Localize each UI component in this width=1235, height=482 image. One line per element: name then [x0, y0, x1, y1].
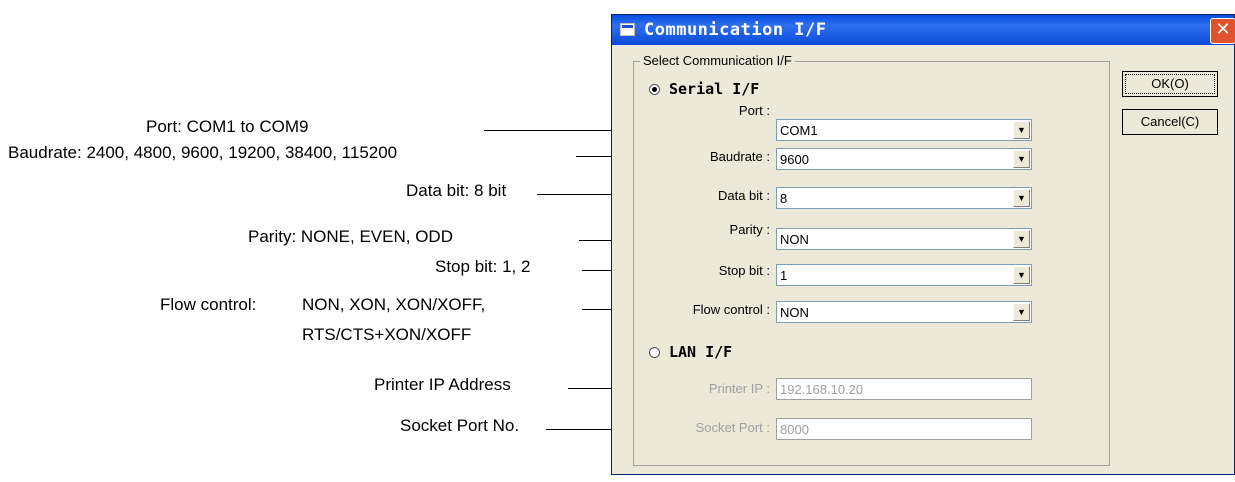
- port-value: COM1: [780, 123, 818, 138]
- chevron-down-icon[interactable]: ▼: [1013, 303, 1030, 321]
- printer-ip-label: Printer IP :: [708, 381, 770, 396]
- title-bar[interactable]: Communication I/F ✕: [612, 15, 1235, 45]
- annotation-flow-line2: RTS/CTS+XON/XOFF: [302, 325, 472, 344]
- socket-port-label: Socket Port :: [695, 420, 770, 435]
- window-icon: [620, 23, 635, 36]
- annotation-parity: Parity: NONE, EVEN, ODD: [248, 227, 453, 246]
- stopbit-label: Stop bit :: [718, 263, 770, 278]
- ok-button[interactable]: OK(O): [1122, 71, 1218, 97]
- serial-radio-option[interactable]: Serial I/F: [649, 80, 759, 98]
- parity-select[interactable]: NON ▼: [776, 228, 1032, 250]
- serial-radio[interactable]: [649, 83, 660, 95]
- lan-radio-option[interactable]: LAN I/F: [649, 343, 732, 361]
- chevron-down-icon[interactable]: ▼: [1013, 150, 1030, 168]
- printer-ip-value: 192.168.10.20: [780, 382, 864, 397]
- chevron-down-icon[interactable]: ▼: [1013, 189, 1030, 207]
- port-select[interactable]: COM1 ▼: [776, 119, 1032, 141]
- printer-ip-input[interactable]: 192.168.10.20: [776, 378, 1032, 400]
- annotation-flow-prefix: Flow control:: [160, 295, 257, 314]
- cancel-button[interactable]: Cancel(C): [1122, 109, 1218, 135]
- flowcontrol-value: NON: [780, 305, 809, 320]
- lan-radio[interactable]: [649, 346, 660, 358]
- annotation-stopbit: Stop bit: 1, 2: [435, 257, 531, 276]
- communication-dialog: Communication I/F ✕ Select Communication…: [611, 14, 1235, 475]
- stopbit-value: 1: [780, 268, 788, 283]
- stopbit-select[interactable]: 1 ▼: [776, 264, 1032, 286]
- lan-label: LAN I/F: [669, 343, 733, 361]
- annotation-baudrate: Baudrate: 2400, 4800, 9600, 19200, 38400…: [8, 143, 398, 162]
- group-label: Select Communication I/F: [640, 53, 795, 68]
- databit-label: Data bit :: [717, 188, 770, 203]
- parity-label: Parity :: [729, 222, 770, 237]
- flowcontrol-select[interactable]: NON ▼: [776, 301, 1032, 323]
- port-label: Port :: [738, 103, 770, 118]
- parity-value: NON: [780, 232, 809, 247]
- baudrate-select[interactable]: 9600 ▼: [776, 148, 1032, 170]
- close-icon: ✕: [1215, 19, 1231, 40]
- close-button[interactable]: ✕: [1210, 18, 1235, 44]
- baudrate-value: 9600: [780, 152, 809, 167]
- baudrate-label: Baudrate :: [710, 149, 770, 164]
- chevron-down-icon[interactable]: ▼: [1013, 121, 1030, 139]
- annotation-databit: Data bit: 8 bit: [406, 181, 507, 200]
- databit-select[interactable]: 8 ▼: [776, 187, 1032, 209]
- annotation-flow-line1: NON, XON, XON/XOFF,: [302, 295, 486, 314]
- databit-value: 8: [780, 191, 788, 206]
- annotation-port: Port: COM1 to COM9: [146, 117, 309, 136]
- serial-label: Serial I/F: [669, 80, 760, 98]
- chevron-down-icon[interactable]: ▼: [1013, 230, 1030, 248]
- annotation-socket-port: Socket Port No.: [400, 416, 520, 435]
- dialog-title: Communication I/F: [644, 20, 827, 40]
- socket-port-value: 8000: [780, 422, 809, 437]
- flowcontrol-label: Flow control :: [692, 302, 770, 317]
- annotation-port-leader: [484, 130, 612, 131]
- chevron-down-icon[interactable]: ▼: [1013, 266, 1030, 284]
- annotation-printer-ip: Printer IP Address: [374, 375, 511, 394]
- socket-port-input[interactable]: 8000: [776, 418, 1032, 440]
